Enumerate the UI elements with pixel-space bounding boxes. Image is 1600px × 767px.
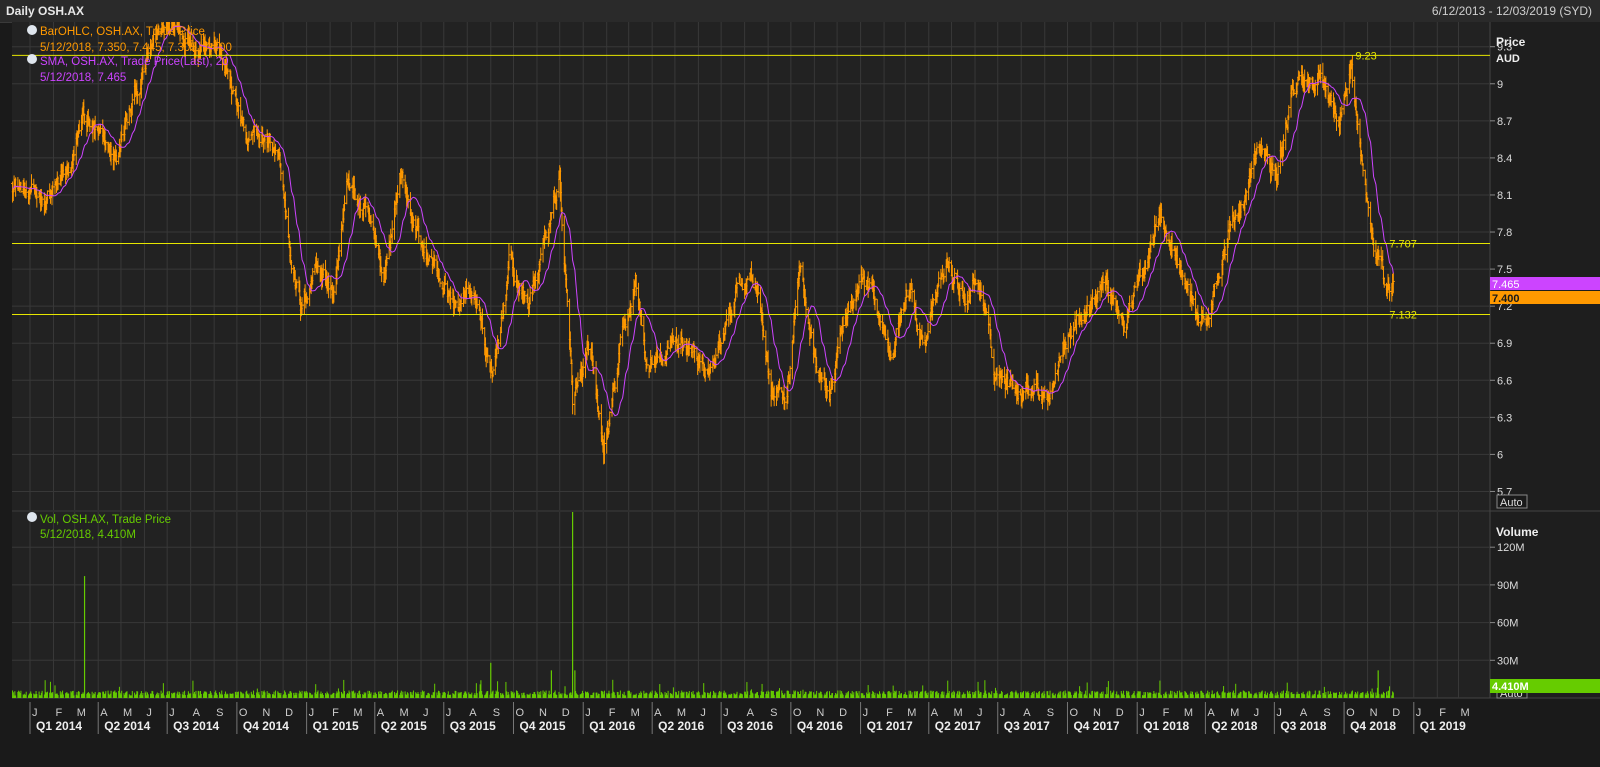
level-label: 7.707 <box>1389 239 1417 251</box>
level-label: 9.23 <box>1355 50 1376 62</box>
title-bar: Daily OSH.AX 6/12/2013 - 12/03/2019 (SYD… <box>0 0 1600 23</box>
level-label: 7.132 <box>1389 310 1417 322</box>
date-range: 6/12/2013 - 12/03/2019 (SYD) <box>1431 4 1592 18</box>
volume-panel <box>12 512 1490 698</box>
price-volume-chart[interactable]: 9.237.7077.132 5.766.36.66.97.27.57.88.1… <box>0 22 1600 767</box>
chart-window: Daily OSH.AX 6/12/2013 - 12/03/2019 (SYD… <box>0 0 1600 767</box>
chart-title: Daily OSH.AX <box>6 4 85 18</box>
